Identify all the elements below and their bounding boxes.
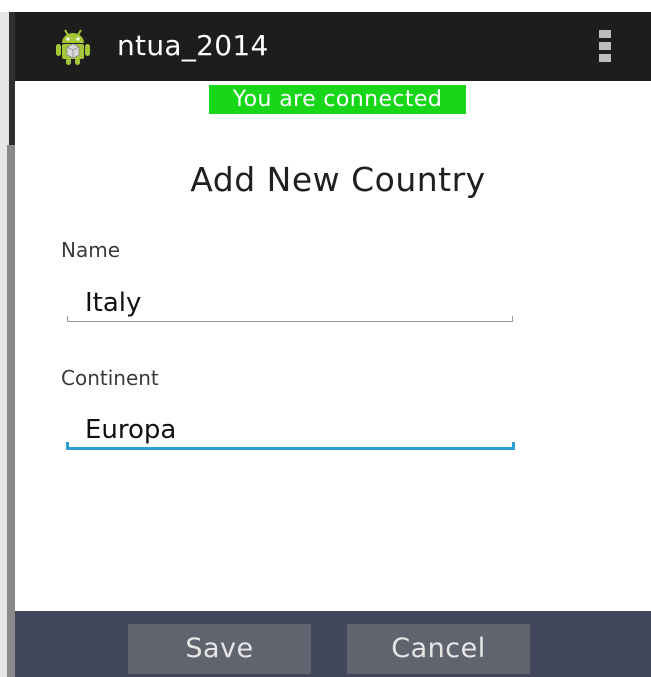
name-input-underline	[67, 316, 513, 322]
connection-status-banner: You are connected	[209, 85, 466, 114]
name-input[interactable]	[85, 286, 505, 320]
android-robot-icon[interactable]	[53, 26, 93, 66]
page-title: Add New Country	[190, 160, 486, 199]
continent-input[interactable]	[85, 413, 505, 447]
overflow-menu-icon[interactable]	[597, 30, 613, 64]
button-bar: Save Cancel	[15, 611, 651, 677]
name-label: Name	[61, 238, 121, 262]
continent-input-underline	[66, 442, 515, 450]
action-bar: ntua_2014	[15, 12, 651, 81]
continent-label: Continent	[61, 366, 159, 390]
save-button[interactable]: Save	[128, 624, 311, 674]
app-title: ntua_2014	[117, 29, 269, 62]
top-gutter	[0, 0, 651, 12]
app-screen: ntua_2014 You are connected Add New Coun…	[0, 0, 651, 677]
cancel-button[interactable]: Cancel	[347, 624, 530, 674]
